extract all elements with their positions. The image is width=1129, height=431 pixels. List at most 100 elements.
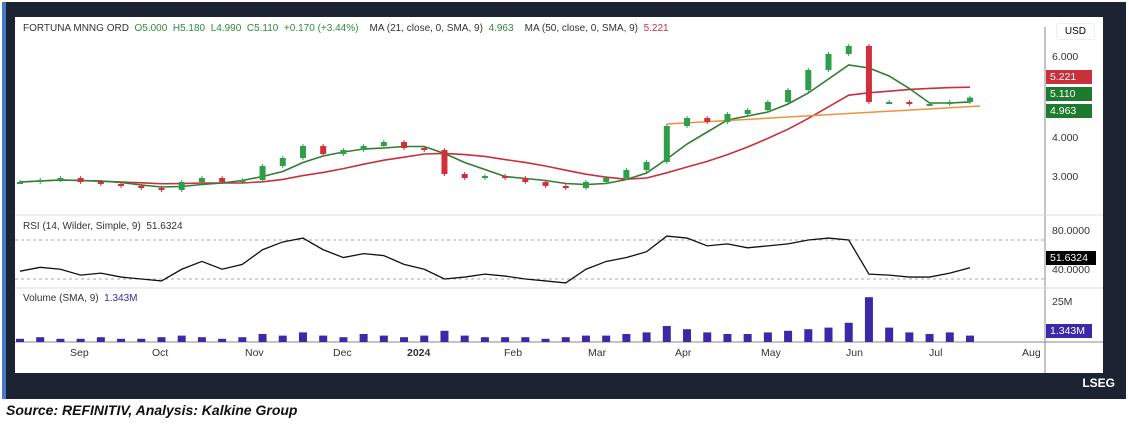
price-tick: 3.000 bbox=[1052, 171, 1079, 183]
ma21-line bbox=[19, 64, 971, 188]
candle-body bbox=[886, 102, 893, 104]
month-tick: Aug bbox=[1022, 347, 1041, 359]
rsi-line bbox=[19, 235, 971, 284]
volume-bar bbox=[480, 337, 489, 342]
volume-bar bbox=[238, 337, 247, 342]
candle-body bbox=[926, 104, 933, 106]
ma50-value: 5.221 bbox=[643, 23, 669, 34]
volume-bar bbox=[400, 337, 409, 342]
ma50-label: MA (50, close, 0, SMA, 9) bbox=[524, 23, 639, 34]
candle-body bbox=[279, 158, 286, 166]
volume-bar bbox=[16, 338, 24, 342]
lseg-logo: LSEG bbox=[1082, 376, 1115, 390]
volume-bar bbox=[723, 334, 732, 342]
candle-body bbox=[643, 162, 650, 170]
candle-body bbox=[340, 150, 347, 154]
candle-body bbox=[259, 166, 266, 180]
month-tick: Feb bbox=[504, 347, 523, 359]
volume-bar bbox=[743, 334, 752, 342]
volume-bar bbox=[844, 322, 853, 342]
volume-bar bbox=[460, 335, 469, 342]
ma21-price-tag: 4.963 bbox=[1046, 104, 1092, 118]
ma50-price-tag: 5.221 bbox=[1046, 70, 1092, 84]
source-caption: Source: REFINITIV, Analysis: Kalkine Gro… bbox=[6, 402, 298, 418]
candle-body bbox=[542, 182, 549, 186]
volume-bar bbox=[258, 334, 267, 342]
candle-body bbox=[198, 178, 205, 182]
candle-body bbox=[97, 182, 104, 184]
volume-bar bbox=[784, 330, 793, 342]
month-tick: Nov bbox=[245, 347, 264, 359]
candle-body bbox=[522, 178, 529, 182]
volume-bar bbox=[905, 332, 914, 342]
symbol: FORTUNA MNNG ORD bbox=[23, 23, 129, 34]
candle-body bbox=[118, 184, 125, 186]
volume-bar bbox=[602, 335, 611, 342]
candle-body bbox=[299, 146, 306, 158]
candle-body bbox=[320, 146, 327, 154]
low-value: L4.990 bbox=[210, 23, 242, 34]
candle-body bbox=[380, 142, 387, 146]
currency-button[interactable]: USD bbox=[1055, 23, 1095, 40]
volume-bar bbox=[298, 332, 307, 342]
month-tick: 2024 bbox=[407, 347, 431, 359]
candle-body bbox=[178, 182, 185, 190]
candle-body bbox=[401, 142, 408, 148]
month-tick: Oct bbox=[152, 347, 169, 359]
volume-legend: Volume (SMA, 9) 1.343M bbox=[23, 293, 138, 304]
volume-bar bbox=[945, 332, 954, 342]
volume-bar bbox=[319, 335, 328, 342]
month-tick: Jun bbox=[846, 347, 863, 359]
month-tick: Jul bbox=[929, 347, 943, 359]
close-value: C5.110 bbox=[246, 23, 279, 34]
volume-bar bbox=[662, 326, 671, 342]
change-value: +0.170 (+3.44%) bbox=[283, 23, 359, 34]
volume-bar bbox=[864, 297, 873, 342]
legend-header: FORTUNA MNNG ORD O5.000 H5.180 L4.990 C5… bbox=[23, 23, 669, 34]
volume-value-tag: 1.343M bbox=[1046, 324, 1092, 338]
volume-bar bbox=[197, 337, 206, 342]
volume-bar bbox=[804, 329, 813, 342]
volume-bar bbox=[683, 329, 692, 342]
candle-body bbox=[946, 102, 953, 104]
volume-bar bbox=[359, 334, 368, 342]
volume-label: Volume (SMA, 9) bbox=[23, 293, 99, 304]
price-tick: 6.000 bbox=[1052, 51, 1079, 63]
month-tick: Sep bbox=[70, 347, 89, 359]
volume-legend-value: 1.343M bbox=[104, 293, 138, 304]
volume-bar bbox=[703, 332, 712, 342]
candle-body bbox=[481, 176, 488, 178]
candle-body bbox=[421, 148, 428, 150]
candle-body bbox=[865, 46, 872, 102]
volume-bar bbox=[278, 335, 287, 342]
volume-bar bbox=[885, 327, 894, 342]
volume-bar bbox=[581, 335, 590, 342]
candle-body bbox=[562, 186, 569, 188]
candle-body bbox=[623, 170, 630, 178]
chart-area[interactable]: FORTUNA MNNG ORD O5.000 H5.180 L4.990 C5… bbox=[15, 17, 1103, 373]
close-price-tag: 5.110 bbox=[1046, 87, 1092, 101]
volume-bar bbox=[137, 338, 146, 342]
volume-bar bbox=[925, 334, 934, 342]
volume-bar bbox=[541, 338, 550, 342]
candle-body bbox=[805, 70, 812, 90]
candle-body bbox=[17, 182, 23, 184]
volume-bar bbox=[763, 332, 772, 342]
rsi-label: RSI (14, Wilder, Simple, 9) bbox=[23, 221, 141, 232]
volume-bar bbox=[36, 337, 45, 342]
volume-bar bbox=[501, 337, 510, 342]
volume-bar bbox=[177, 335, 186, 342]
trend-line bbox=[666, 105, 981, 125]
volume-bar bbox=[420, 335, 429, 342]
rsi-tick: 40.0000 bbox=[1052, 264, 1090, 276]
volume-bar bbox=[561, 337, 570, 342]
chart-svg bbox=[15, 27, 1103, 373]
candle-body bbox=[785, 90, 792, 102]
candle-body bbox=[37, 180, 44, 182]
candle-body bbox=[57, 178, 64, 180]
open-value: O5.000 bbox=[134, 23, 168, 34]
candle-body bbox=[158, 188, 165, 190]
volume-bar bbox=[76, 338, 85, 342]
volume-bar bbox=[117, 338, 126, 342]
candle-body bbox=[219, 178, 226, 182]
